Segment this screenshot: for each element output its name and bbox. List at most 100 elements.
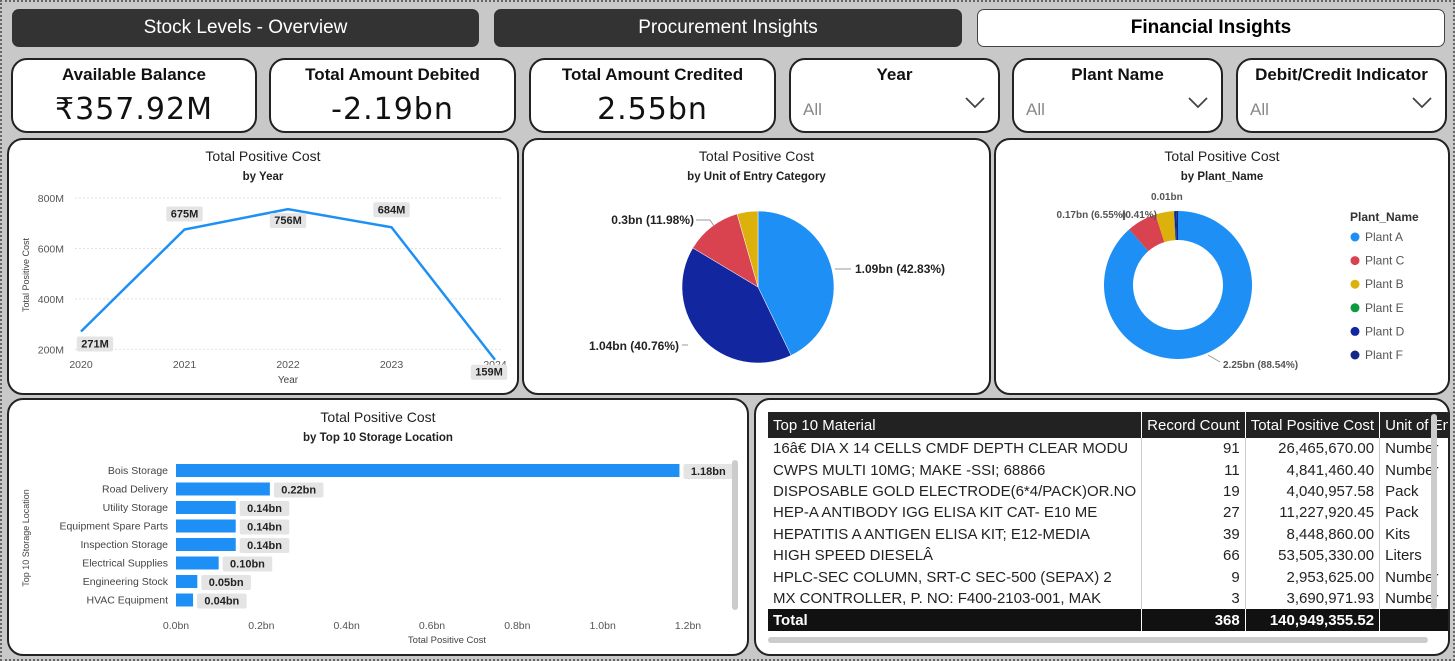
y-tick-label: 400M xyxy=(38,294,64,306)
total-cell: 368 xyxy=(1141,609,1246,632)
legend-marker xyxy=(1350,232,1360,242)
table-cell: 11,227,920.45 xyxy=(1245,502,1381,524)
kpi-total-debited: Total Amount Debited -2.19bn xyxy=(269,58,516,133)
data-label: 0.10bn xyxy=(230,559,265,571)
data-label: 0.04bn xyxy=(204,596,239,608)
leader-line xyxy=(1207,354,1221,363)
legend-item: Plant C xyxy=(1365,254,1405,268)
column-header-record-count[interactable]: Record Count xyxy=(1141,412,1246,438)
table-cell: 91 xyxy=(1141,438,1246,460)
bar xyxy=(176,501,236,514)
x-tick-label: 2021 xyxy=(173,359,197,371)
plant-name-slicer[interactable]: Plant Name All xyxy=(1012,58,1223,133)
data-label: 0.14bn xyxy=(247,503,282,515)
bar-category-label: Engineering Stock xyxy=(83,576,169,588)
total-cell xyxy=(1379,609,1448,632)
table-cell: 3,690,971.93 xyxy=(1245,587,1381,610)
table-row[interactable]: HIGH SPEED DIESELÂ 66 53,505,330.00 Liters xyxy=(768,544,1448,567)
tab-financial-insights[interactable]: Financial Insights xyxy=(977,9,1445,47)
bar xyxy=(176,593,194,607)
data-label: 675M xyxy=(171,209,199,221)
table-cell: Number xyxy=(1379,459,1448,481)
column-header-material[interactable]: Top 10 Material xyxy=(768,412,1143,438)
table-row[interactable]: HEPATITIS A ANTIGEN ELISA KIT; E12-MEDIA… xyxy=(768,523,1448,545)
table-cell: 26,465,670.00 xyxy=(1245,438,1381,460)
table-total-row: Total 368 140,949,355.52 xyxy=(768,609,1448,632)
bar xyxy=(176,482,270,496)
table-cell: 19 xyxy=(1141,480,1246,503)
table-cell: Pack xyxy=(1379,480,1448,503)
bar-category-label: Bois Storage xyxy=(108,465,168,477)
x-tick-label: 2020 xyxy=(69,359,93,371)
vertical-scrollbar[interactable] xyxy=(732,460,738,610)
chevron-down-icon[interactable] xyxy=(1187,96,1209,110)
data-label: 756M xyxy=(274,215,302,227)
table-row[interactable]: DISPOSABLE GOLD ELECTRODE(6*4/PACK)OR.NO… xyxy=(768,480,1448,503)
data-label: 1.18bn xyxy=(691,466,726,478)
y-tick-label: 200M xyxy=(38,344,64,356)
x-tick-label: 0.6bn xyxy=(419,620,445,632)
top-materials-table-card: Top 10 Material Record Count Total Posit… xyxy=(754,398,1450,656)
x-tick-label: 0.4bn xyxy=(334,620,360,632)
kpi-value: ₹357.92M xyxy=(55,92,213,127)
legend-marker xyxy=(1350,279,1360,289)
slicer-title: Plant Name xyxy=(1071,65,1164,84)
x-axis-title: Total Positive Cost xyxy=(408,635,487,646)
bar-category-label: Electrical Supplies xyxy=(82,558,168,570)
total-cell: 140,949,355.52 xyxy=(1245,609,1381,632)
debit-credit-slicer[interactable]: Debit/Credit Indicator All xyxy=(1236,58,1447,133)
kpi-title: Available Balance xyxy=(62,65,206,84)
table-row[interactable]: HEP-A ANTIBODY IGG ELISA KIT CAT- E10 ME… xyxy=(768,502,1448,524)
slice-label: 2.25bn (88.54%) xyxy=(1223,360,1298,371)
slice-label: 0.01bn xyxy=(1151,192,1183,203)
bar-category-label: HVAC Equipment xyxy=(86,595,168,607)
table-cell: HEPATITIS A ANTIGEN ELISA KIT; E12-MEDIA xyxy=(768,523,1143,545)
data-label: 0.05bn xyxy=(209,577,244,589)
y-axis-title: Top 10 Storage Location xyxy=(21,489,31,587)
year-slicer[interactable]: Year All xyxy=(789,58,1000,133)
table-cell: 2,953,625.00 xyxy=(1245,566,1381,588)
table-cell: Number xyxy=(1379,566,1448,588)
slice-label: 0.3bn (11.98%) xyxy=(611,213,694,227)
bar xyxy=(176,556,219,570)
table-cell: Liters xyxy=(1379,544,1448,567)
kpi-available-balance: Available Balance ₹357.92M xyxy=(11,58,257,133)
line-chart-svg: 200M400M600M800M20202021202220232024271M… xyxy=(21,193,508,386)
legend-title: Plant_Name xyxy=(1350,210,1419,224)
tab-stock-levels-overview[interactable]: Stock Levels - Overview xyxy=(12,9,479,47)
plant-name-slicer-value[interactable]: All xyxy=(1026,100,1045,120)
column-header-unit-of-entry[interactable]: Unit of Entry xyxy=(1379,412,1448,438)
kpi-total-credited: Total Amount Credited 2.55bn xyxy=(529,58,776,133)
donut-chart-by-plant: Total Positive Cost by Plant_Name 2.25bn… xyxy=(994,138,1450,395)
vertical-scrollbar[interactable] xyxy=(1431,414,1437,609)
chevron-down-icon[interactable] xyxy=(1411,96,1433,110)
slicer-title: Year xyxy=(876,65,913,84)
table-row[interactable]: HPLC-SEC COLUMN, SRT-C SEC-500 (SEPAX) 2… xyxy=(768,566,1448,588)
line-chart-by-year: Total Positive Cost by Year 200M 400M 600M… xyxy=(7,138,519,395)
tab-procurement-insights[interactable]: Procurement Insights xyxy=(494,9,962,47)
table-row[interactable]: 16â€ DIA X 14 CELLS CMDF DEPTH CLEAR MOD… xyxy=(768,438,1448,460)
legend-item: Plant B xyxy=(1365,277,1404,291)
horizontal-scrollbar[interactable] xyxy=(768,637,1428,643)
table-row[interactable]: CWPS MULTI 10MG; MAKE -SSI; 68866 11 4,841… xyxy=(768,459,1448,481)
y-axis-title: Total Positive Cost xyxy=(21,237,31,312)
year-slicer-value[interactable]: All xyxy=(803,100,822,120)
table-cell: 16â€ DIA X 14 CELLS CMDF DEPTH CLEAR MOD… xyxy=(768,438,1143,460)
x-tick-label: 0.2bn xyxy=(248,620,274,632)
legend-marker xyxy=(1350,326,1360,336)
debit-credit-slicer-value[interactable]: All xyxy=(1250,100,1269,120)
slice-label: 1.04bn (40.76%) xyxy=(589,339,679,353)
chevron-down-icon[interactable] xyxy=(964,96,986,110)
table-header-row: Top 10 Material Record Count Total Posit… xyxy=(768,412,1448,438)
table-cell: 27 xyxy=(1141,502,1246,524)
kpi-title: Total Amount Debited xyxy=(305,65,480,84)
table-cell: DISPOSABLE GOLD ELECTRODE(6*4/PACK)OR.NO xyxy=(768,480,1143,503)
table-cell: HPLC-SEC COLUMN, SRT-C SEC-500 (SEPAX) 2 xyxy=(768,566,1143,588)
legend-item: Plant E xyxy=(1365,301,1404,315)
table-cell: MX CONTROLLER, P. NO: F400-2103-001, MAK xyxy=(768,587,1143,610)
table-cell: CWPS MULTI 10MG; MAKE -SSI; 68866 xyxy=(768,459,1143,481)
bar-category-label: Equipment Spare Parts xyxy=(59,521,168,533)
top-materials-table: Top 10 Material Record Count Total Posit… xyxy=(768,412,1448,632)
table-row[interactable]: MX CONTROLLER, P. NO: F400-2103-001, MAK… xyxy=(768,587,1448,610)
column-header-total-positive-cost[interactable]: Total Positive Cost xyxy=(1245,412,1381,438)
